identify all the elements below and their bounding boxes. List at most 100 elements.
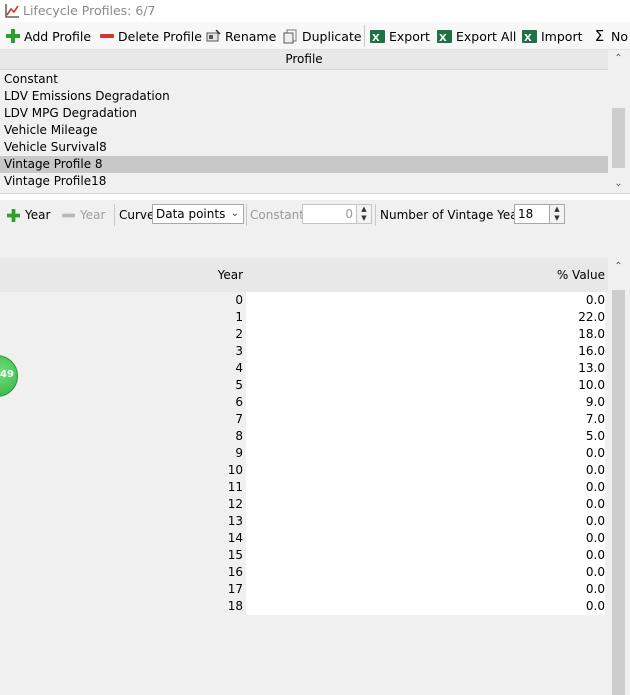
rename-button[interactable]: Rename [206,26,276,46]
add-year-label: Year [25,208,51,222]
scroll-down-icon[interactable]: ⌄ [610,177,627,191]
constant-label: Constant: [250,208,308,222]
year-cell[interactable]: 10 [0,462,243,479]
profile-list-item[interactable]: Constant [0,71,608,88]
import-button[interactable]: X Import [522,26,583,46]
curve-select-value: Data points [156,207,226,221]
table-row: 16 0.0 [0,564,608,581]
title-bar: Lifecycle Profiles: 6/7 [0,0,630,22]
year-cell[interactable]: 15 [0,547,243,564]
svg-text:X: X [439,33,447,44]
year-cell[interactable]: 0 [0,292,243,309]
profile-list-item[interactable]: Vehicle Survival8 [0,139,608,156]
value-cell[interactable]: 9.0 [246,394,605,411]
value-cell[interactable]: 13.0 [246,360,605,377]
year-cell[interactable]: 5 [0,377,243,394]
table-row: 17 0.0 [0,581,608,598]
vintage-years-stepper[interactable]: ▲ ▼ [549,204,565,224]
profile-column-header[interactable]: Profile [0,50,608,70]
profile-list-item[interactable]: Vehicle Mileage [0,122,608,139]
year-cell[interactable]: 2 [0,326,243,343]
year-cell[interactable]: 17 [0,581,243,598]
value-cell[interactable]: 7.0 [246,411,605,428]
profile-list-item[interactable]: Vintage Profile18 [0,173,608,190]
year-cell[interactable]: 3 [0,343,243,360]
profile-list-item[interactable]: LDV MPG Degradation [0,105,608,122]
value-cell[interactable]: 22.0 [246,309,605,326]
year-cell[interactable]: 16 [0,564,243,581]
stepper-up-icon[interactable]: ▲ [357,205,371,214]
export-button[interactable]: X Export [370,26,430,46]
normalize-button[interactable]: Σ No [592,26,628,46]
stepper-down-icon[interactable]: ▼ [550,214,564,223]
year-cell[interactable]: 6 [0,394,243,411]
profile-list: Profile Constant LDV Emissions Degradatio… [0,50,630,194]
year-cell[interactable]: 1 [0,309,243,326]
table-header: Year % Value [0,258,608,292]
value-cell[interactable]: 16.0 [246,343,605,360]
badge-count: 49 [0,369,14,380]
value-cell[interactable]: 18.0 [246,326,605,343]
year-cell[interactable]: 4 [0,360,243,377]
value-column-header[interactable]: % Value [246,258,605,292]
value-cell[interactable]: 0.0 [246,445,605,462]
year-cell[interactable]: 7 [0,411,243,428]
table-row: 12 0.0 [0,496,608,513]
excel-icon: X [522,29,537,44]
table-row: 11 0.0 [0,479,608,496]
year-cell[interactable]: 8 [0,428,243,445]
year-cell[interactable]: 11 [0,479,243,496]
value-cell[interactable]: 0.0 [246,462,605,479]
table-row: 4 13.0 [0,360,608,377]
add-profile-button[interactable]: Add Profile [5,26,91,46]
export-label: Export [389,28,430,44]
value-cell[interactable]: 0.0 [246,513,605,530]
value-cell[interactable]: 0.0 [246,479,605,496]
svg-text:X: X [372,33,380,44]
remove-year-label: Year [80,208,106,222]
year-column-header[interactable]: Year [0,258,243,292]
year-cell[interactable]: 12 [0,496,243,513]
delete-profile-button[interactable]: Delete Profile [99,26,202,46]
profile-list-item[interactable]: Vintage Profile 8 [0,156,608,173]
profile-list-item[interactable]: LDV Emissions Degradation [0,88,608,105]
profile-scroll-thumb[interactable] [612,108,625,168]
value-cell[interactable]: 0.0 [246,581,605,598]
value-cell[interactable]: 5.0 [246,428,605,445]
value-cell[interactable]: 0.0 [246,530,605,547]
stepper-down-icon[interactable]: ▼ [357,214,371,223]
value-cell[interactable]: 10.0 [246,377,605,394]
constant-stepper[interactable]: ▲ ▼ [356,204,372,224]
remove-year-button[interactable]: Year [62,206,105,224]
constant-input[interactable]: 0 [302,204,357,224]
constant-value: 0 [345,207,353,221]
sigma-icon: Σ [594,27,605,45]
year-cell[interactable]: 18 [0,598,243,615]
scroll-up-icon[interactable]: ⌃ [610,52,627,66]
chevron-down-icon: ⌄ [230,208,239,219]
toolbar-divider [114,204,115,226]
value-cell[interactable]: 0.0 [246,564,605,581]
table-row: 5 10.0 [0,377,608,394]
table-scroll-thumb[interactable] [612,290,625,695]
table-row: 15 0.0 [0,547,608,564]
vintage-years-label: Number of Vintage Years: [380,208,533,222]
export-all-button[interactable]: X Export All [437,26,516,46]
stepper-up-icon[interactable]: ▲ [550,205,564,214]
rename-icon [206,28,221,44]
year-cell[interactable]: 13 [0,513,243,530]
profile-toolbar: Add Profile Delete Profile Rename Duplic… [0,22,630,50]
curve-select[interactable]: Data points ⌄ [152,204,244,224]
value-cell[interactable]: 0.0 [246,598,605,615]
table-row: 14 0.0 [0,530,608,547]
year-cell[interactable]: 14 [0,530,243,547]
add-year-button[interactable]: Year [7,206,50,224]
vintage-years-input[interactable]: 18 [514,204,550,224]
scroll-up-icon[interactable]: ⌃ [610,260,627,274]
value-cell[interactable]: 0.0 [246,547,605,564]
year-cell[interactable]: 9 [0,445,243,462]
value-cell[interactable]: 0.0 [246,292,605,309]
vintage-years-value: 18 [518,207,534,221]
duplicate-button[interactable]: Duplicate [283,26,362,46]
value-cell[interactable]: 0.0 [246,496,605,513]
